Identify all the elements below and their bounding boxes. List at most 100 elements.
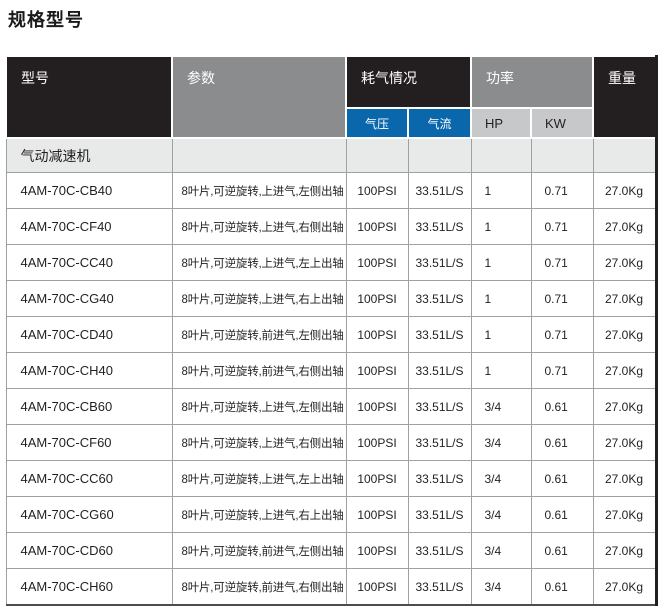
kw-cell: 0.61: [531, 461, 593, 497]
hp-cell: 3/4: [471, 389, 531, 425]
pressure-cell: 100PSI: [346, 209, 408, 245]
params-cell: 8叶片,可逆旋转,上进气,左上出轴: [172, 461, 346, 497]
params-cell: 8叶片,可逆旋转,上进气,左侧出轴: [172, 389, 346, 425]
section-empty-cell: [531, 138, 593, 173]
table-row: 4AM-70C-CD40 8叶片,可逆旋转,前进气,左侧出轴 100PSI 33…: [6, 317, 656, 353]
table-row: 4AM-70C-CG40 8叶片,可逆旋转,上进气,右上出轴 100PSI 33…: [6, 281, 656, 317]
table-row: 4AM-70C-CC60 8叶片,可逆旋转,上进气,左上出轴 100PSI 33…: [6, 461, 656, 497]
hp-cell: 3/4: [471, 533, 531, 569]
weight-cell: 27.0Kg: [593, 245, 656, 281]
hp-cell: 1: [471, 245, 531, 281]
model-cell: 4AM-70C-CG40: [6, 281, 172, 317]
pressure-cell: 100PSI: [346, 497, 408, 533]
table-row: 4AM-70C-CG60 8叶片,可逆旋转,上进气,右上出轴 100PSI 33…: [6, 497, 656, 533]
flow-cell: 33.51L/S: [408, 353, 471, 389]
table-row: 4AM-70C-CB60 8叶片,可逆旋转,上进气,左侧出轴 100PSI 33…: [6, 389, 656, 425]
section-empty-cell: [471, 138, 531, 173]
table-body: 气动减速机 4AM-70C-CB40 8叶片,可逆旋转,上进气,左侧出轴 100…: [6, 138, 656, 605]
weight-cell: 27.0Kg: [593, 533, 656, 569]
table-header: 型号 参数 耗气情况 功率 重量 气压 气流 HP KW: [6, 56, 656, 138]
model-cell: 4AM-70C-CF60: [6, 425, 172, 461]
pressure-cell: 100PSI: [346, 353, 408, 389]
pressure-cell: 100PSI: [346, 533, 408, 569]
kw-cell: 0.61: [531, 569, 593, 606]
pressure-cell: 100PSI: [346, 173, 408, 209]
kw-cell: 0.71: [531, 209, 593, 245]
flow-cell: 33.51L/S: [408, 173, 471, 209]
table-row: 4AM-70C-CC40 8叶片,可逆旋转,上进气,左上出轴 100PSI 33…: [6, 245, 656, 281]
pressure-cell: 100PSI: [346, 245, 408, 281]
table-row: 4AM-70C-CF60 8叶片,可逆旋转,上进气,右侧出轴 100PSI 33…: [6, 425, 656, 461]
params-cell: 8叶片,可逆旋转,上进气,左侧出轴: [172, 173, 346, 209]
params-cell: 8叶片,可逆旋转,上进气,右上出轴: [172, 281, 346, 317]
model-cell: 4AM-70C-CG60: [6, 497, 172, 533]
kw-cell: 0.61: [531, 389, 593, 425]
hp-cell: 1: [471, 281, 531, 317]
hp-cell: 1: [471, 317, 531, 353]
model-cell: 4AM-70C-CB40: [6, 173, 172, 209]
flow-cell: 33.51L/S: [408, 569, 471, 606]
pressure-cell: 100PSI: [346, 317, 408, 353]
params-cell: 8叶片,可逆旋转,前进气,左侧出轴: [172, 317, 346, 353]
flow-cell: 33.51L/S: [408, 461, 471, 497]
kw-cell: 0.61: [531, 533, 593, 569]
model-cell: 4AM-70C-CH40: [6, 353, 172, 389]
flow-cell: 33.51L/S: [408, 389, 471, 425]
subheader-flow: 气流: [408, 108, 471, 138]
header-weight: 重量: [593, 56, 656, 138]
pressure-cell: 100PSI: [346, 461, 408, 497]
kw-cell: 0.61: [531, 425, 593, 461]
hp-cell: 1: [471, 209, 531, 245]
params-cell: 8叶片,可逆旋转,上进气,右侧出轴: [172, 425, 346, 461]
page-title: 规格型号: [8, 6, 84, 32]
section-label: 气动减速机: [6, 138, 172, 173]
params-cell: 8叶片,可逆旋转,上进气,右上出轴: [172, 497, 346, 533]
kw-cell: 0.61: [531, 497, 593, 533]
flow-cell: 33.51L/S: [408, 245, 471, 281]
params-cell: 8叶片,可逆旋转,上进气,左上出轴: [172, 245, 346, 281]
params-cell: 8叶片,可逆旋转,前进气,左侧出轴: [172, 533, 346, 569]
flow-cell: 33.51L/S: [408, 533, 471, 569]
table-row: 4AM-70C-CB40 8叶片,可逆旋转,上进气,左侧出轴 100PSI 33…: [6, 173, 656, 209]
table-row: 4AM-70C-CF40 8叶片,可逆旋转,上进气,右侧出轴 100PSI 33…: [6, 209, 656, 245]
catalog-page: 规格型号 型号 参数 耗气情况 功率 重量 气压 气流 HP KW: [0, 0, 659, 606]
table-row: 4AM-70C-CH60 8叶片,可逆旋转,前进气,右侧出轴 100PSI 33…: [6, 569, 656, 606]
weight-cell: 27.0Kg: [593, 209, 656, 245]
table-row: 4AM-70C-CH40 8叶片,可逆旋转,前进气,右侧出轴 100PSI 33…: [6, 353, 656, 389]
hp-cell: 3/4: [471, 461, 531, 497]
model-cell: 4AM-70C-CC40: [6, 245, 172, 281]
kw-cell: 0.71: [531, 173, 593, 209]
subheader-kw: KW: [531, 108, 593, 138]
hp-cell: 3/4: [471, 569, 531, 606]
flow-cell: 33.51L/S: [408, 425, 471, 461]
section-row: 气动减速机: [6, 138, 656, 173]
kw-cell: 0.71: [531, 281, 593, 317]
weight-cell: 27.0Kg: [593, 281, 656, 317]
header-power: 功率: [471, 56, 593, 108]
hp-cell: 1: [471, 353, 531, 389]
section-empty-cell: [346, 138, 408, 173]
subheader-pressure: 气压: [346, 108, 408, 138]
table-row: 4AM-70C-CD60 8叶片,可逆旋转,前进气,左侧出轴 100PSI 33…: [6, 533, 656, 569]
header-params: 参数: [172, 56, 346, 138]
kw-cell: 0.71: [531, 353, 593, 389]
header-air-consumption: 耗气情况: [346, 56, 471, 108]
hp-cell: 1: [471, 173, 531, 209]
weight-cell: 27.0Kg: [593, 173, 656, 209]
model-cell: 4AM-70C-CH60: [6, 569, 172, 606]
spec-table: 型号 参数 耗气情况 功率 重量 气压 气流 HP KW 气动减速机: [5, 55, 658, 606]
weight-cell: 27.0Kg: [593, 569, 656, 606]
section-empty-cell: [172, 138, 346, 173]
model-cell: 4AM-70C-CC60: [6, 461, 172, 497]
params-cell: 8叶片,可逆旋转,前进气,右侧出轴: [172, 569, 346, 606]
hp-cell: 3/4: [471, 425, 531, 461]
section-empty-cell: [593, 138, 656, 173]
weight-cell: 27.0Kg: [593, 389, 656, 425]
weight-cell: 27.0Kg: [593, 461, 656, 497]
weight-cell: 27.0Kg: [593, 425, 656, 461]
hp-cell: 3/4: [471, 497, 531, 533]
section-empty-cell: [408, 138, 471, 173]
pressure-cell: 100PSI: [346, 569, 408, 606]
params-cell: 8叶片,可逆旋转,前进气,右侧出轴: [172, 353, 346, 389]
kw-cell: 0.71: [531, 317, 593, 353]
